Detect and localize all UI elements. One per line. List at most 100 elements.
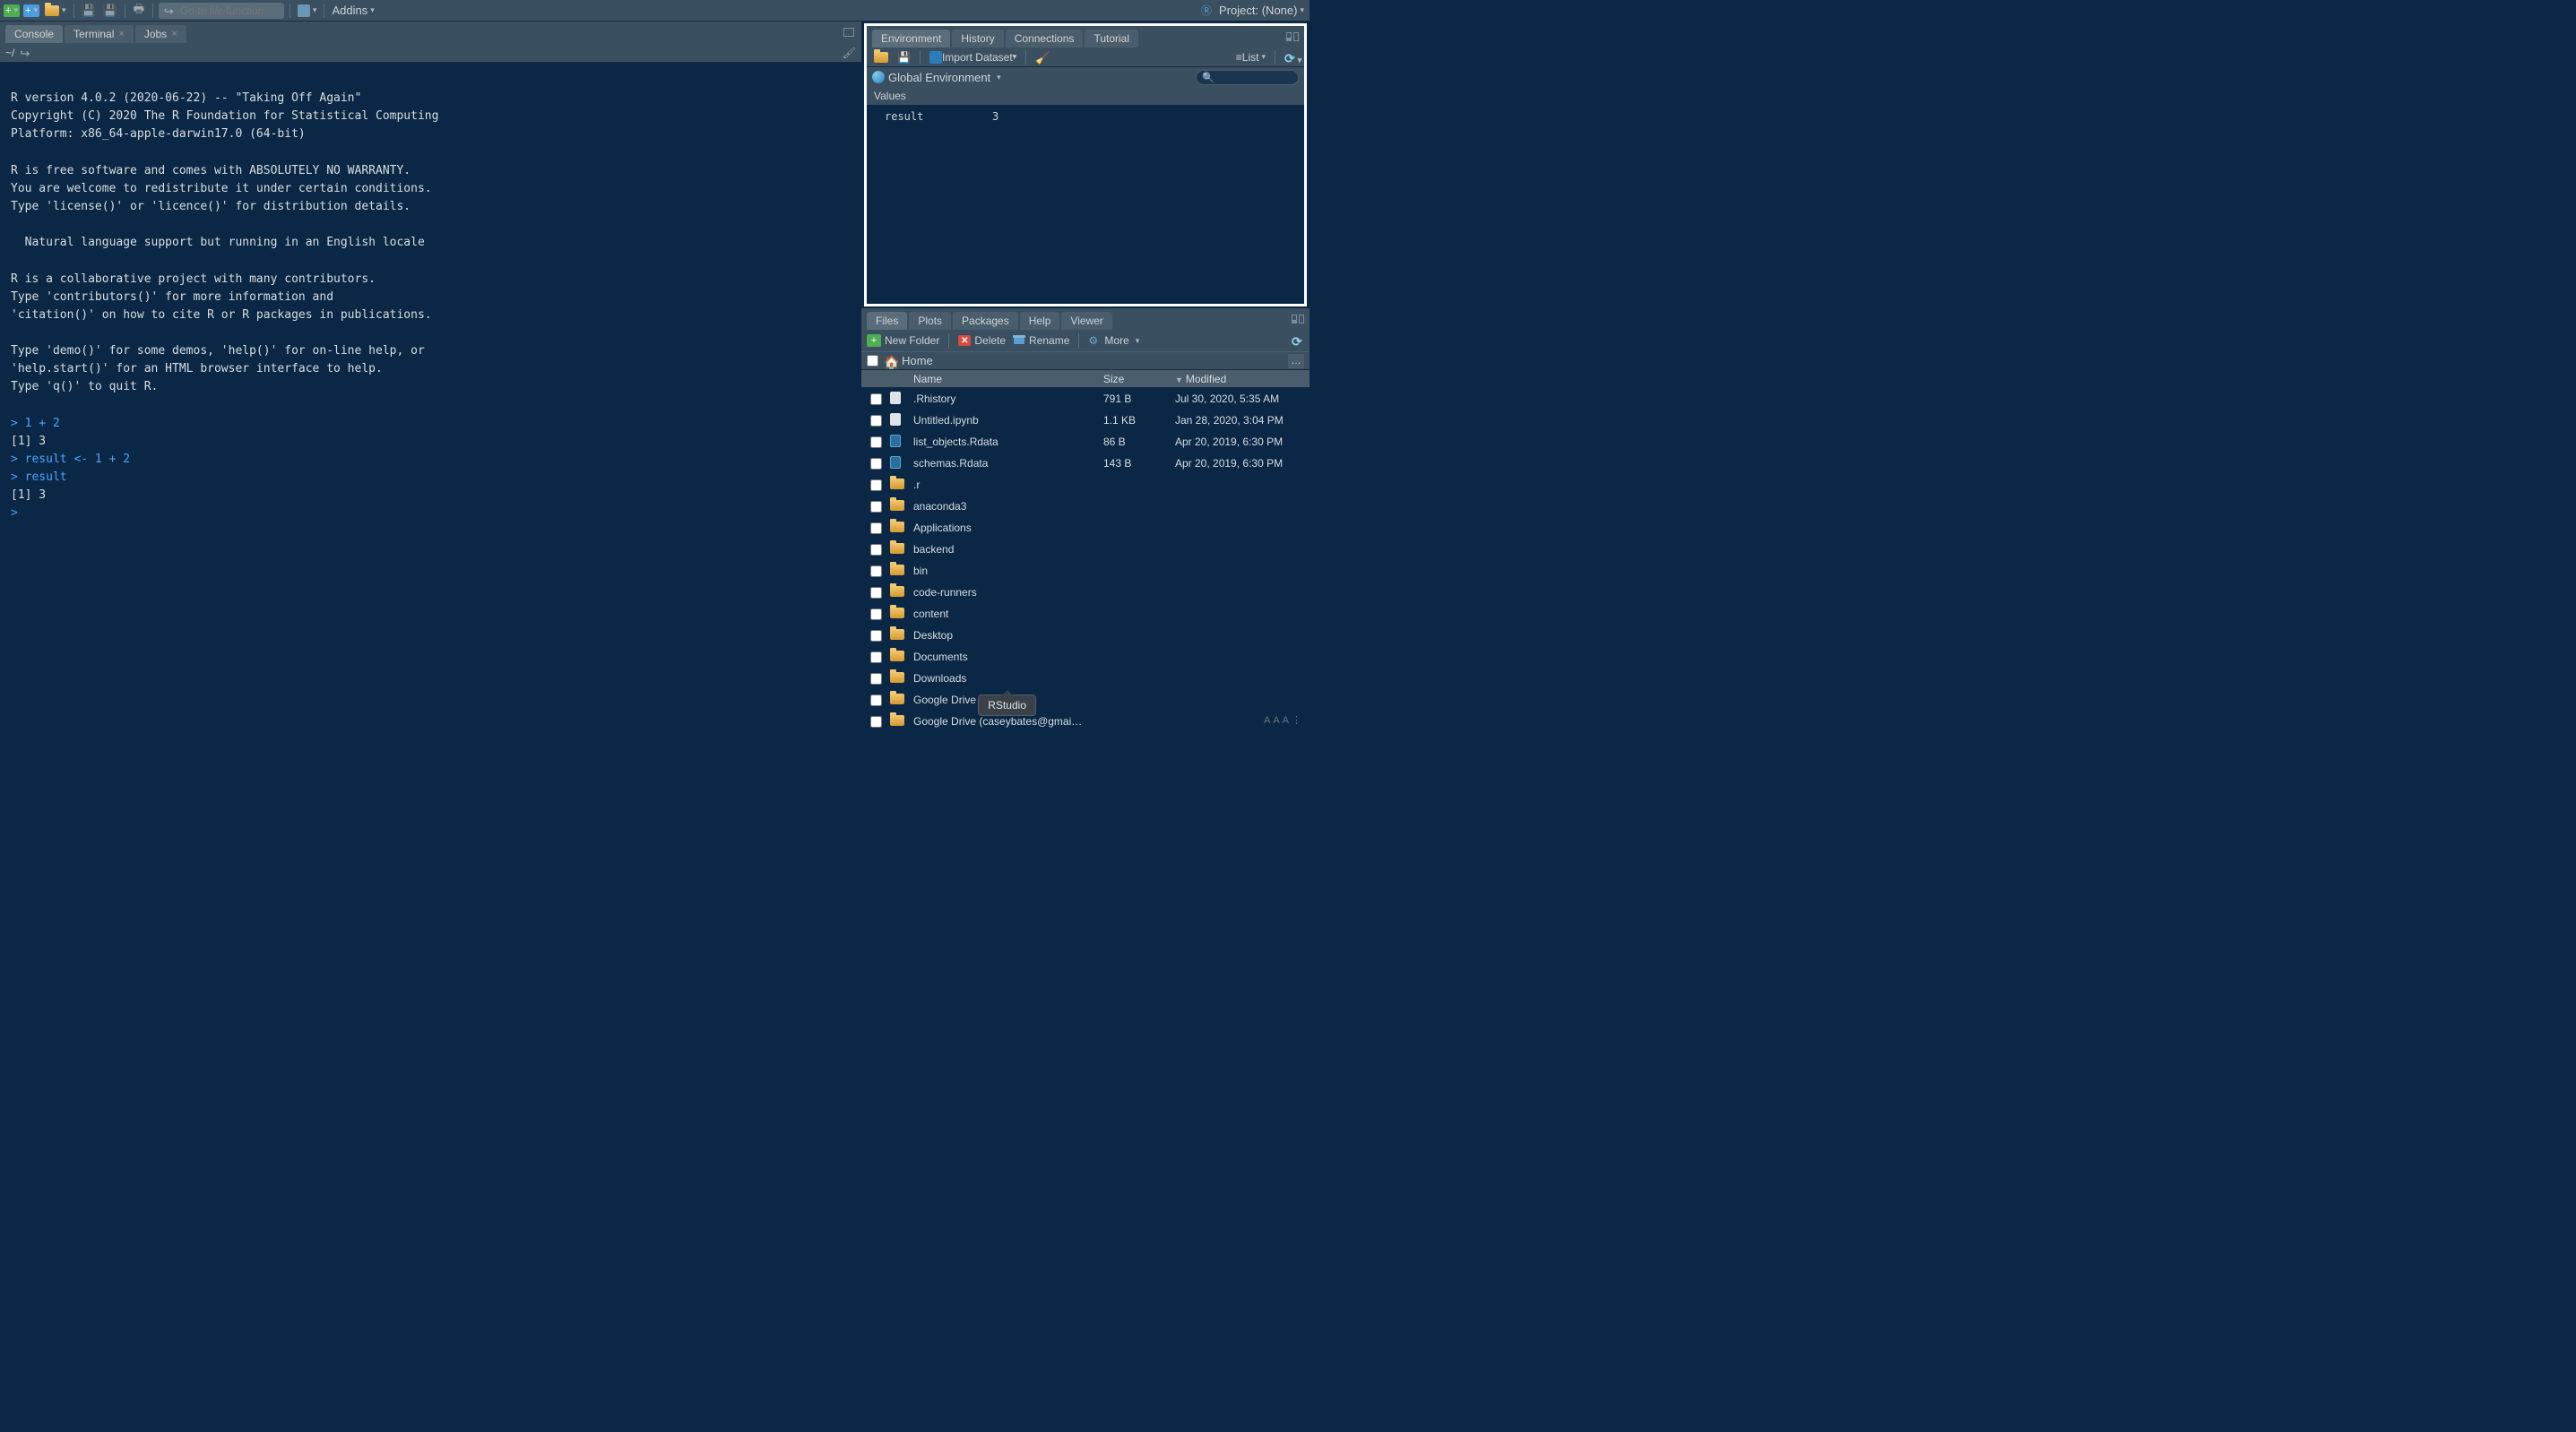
files-breadcrumb: 🏠 Home … [861,351,1310,370]
file-row[interactable]: Applications [861,517,1310,539]
close-icon[interactable]: × [118,29,124,39]
save-button[interactable]: 💾 [80,3,98,19]
clear-console-icon[interactable]: 🖌 [843,47,856,59]
tab-viewer[interactable]: Viewer [1061,312,1111,330]
file-row[interactable]: Desktop [861,625,1310,646]
file-row[interactable]: list_objects.Rdata86 BApr 20, 2019, 6:30… [861,431,1310,453]
env-search[interactable]: 🔍 [1196,70,1299,85]
open-file-button[interactable] [43,3,68,19]
file-name: .r [910,479,1103,491]
import-dataset-button[interactable]: Import Dataset ▾ [928,49,1018,65]
addins-menu[interactable]: Addins [330,3,376,19]
file-row[interactable]: Downloads [861,668,1310,689]
tab-tutorial[interactable]: Tutorial [1085,30,1138,47]
file-checkbox[interactable] [870,479,882,491]
file-name: Untitled.ipynb [910,414,1103,427]
tab-terminal[interactable]: Terminal× [65,25,134,43]
file-name: schemas.Rdata [910,457,1103,470]
save-workspace-button[interactable]: 💾 [895,49,912,65]
file-checkbox[interactable] [870,608,882,620]
env-view-mode[interactable]: ≡ List [1234,49,1267,65]
file-row[interactable]: Untitled.ipynb1.1 KBJan 28, 2020, 3:04 P… [861,410,1310,431]
file-row[interactable]: Google Drive (caseybates@gmai… [861,711,1310,728]
env-values-list: result3 [867,105,1304,304]
panes-button[interactable] [296,3,319,19]
new-folder-button[interactable]: +New Folder [867,334,939,347]
goto-input[interactable] [180,4,279,17]
tab-help[interactable]: Help [1020,312,1060,330]
env-scope-bar: Global Environment 🔍 [867,67,1304,87]
col-size[interactable]: Size [1103,373,1175,385]
share-icon[interactable]: ↪ [20,47,32,59]
file-checkbox[interactable] [870,630,882,642]
rename-button[interactable]: Rename [1013,334,1069,347]
file-modified: Apr 20, 2019, 6:30 PM [1175,457,1310,470]
tab-files[interactable]: Files [867,312,907,330]
tab-packages[interactable]: Packages [953,312,1018,330]
file-row[interactable]: code-runners [861,582,1310,603]
file-checkbox[interactable] [870,716,882,728]
file-row[interactable]: content [861,603,1310,625]
file-checkbox[interactable] [870,393,882,405]
project-menu[interactable]: Project: (None) [1217,3,1306,19]
file-checkbox[interactable] [870,436,882,448]
delete-button[interactable]: ✕Delete [958,334,1006,347]
file-modified: Apr 20, 2019, 6:30 PM [1175,436,1310,448]
file-checkbox[interactable] [870,651,882,663]
maximize-pane-icon[interactable] [1293,32,1299,41]
file-row[interactable]: Google Drive [861,689,1310,711]
home-icon[interactable]: 🏠 [884,355,896,367]
print-button[interactable]: 🖶 [131,3,147,19]
close-icon[interactable]: × [171,29,177,39]
env-scope-selector[interactable]: Global Environment [872,71,1001,84]
load-workspace-button[interactable] [872,49,890,65]
minimize-pane-icon[interactable] [1286,32,1292,41]
file-checkbox[interactable] [870,673,882,685]
save-all-button[interactable]: 💾 [101,3,119,19]
clear-env-button[interactable]: 🧹 [1033,51,1050,64]
more-button[interactable]: ⚙More [1088,334,1139,347]
new-file-button[interactable]: + [4,4,20,17]
goto-file-function[interactable]: ↪ [159,3,284,19]
file-checkbox[interactable] [870,501,882,513]
file-row[interactable]: .Rhistory791 BJul 30, 2020, 5:35 AM [861,388,1310,410]
file-row[interactable]: bin [861,560,1310,582]
refresh-files-button[interactable]: ⟳ [1292,334,1304,347]
file-name: backend [910,543,1103,556]
maximize-pane-icon[interactable] [1299,315,1304,323]
delete-icon: ✕ [958,335,971,346]
search-icon: 🔍 [1202,72,1215,83]
maximize-pane-icon[interactable] [843,28,854,37]
file-checkbox[interactable] [870,544,882,556]
tab-console[interactable]: Console [5,25,63,43]
tab-jobs[interactable]: Jobs× [135,25,186,43]
env-variable[interactable]: result3 [867,108,1304,125]
console-output[interactable]: R version 4.0.2 (2020-06-22) -- "Taking … [0,63,861,728]
file-row[interactable]: Documents [861,646,1310,668]
file-row[interactable]: .r [861,474,1310,496]
file-checkbox[interactable] [870,458,882,470]
minimize-pane-icon[interactable] [1292,315,1297,323]
file-checkbox[interactable] [870,415,882,427]
tab-plots[interactable]: Plots [909,312,951,330]
col-modified[interactable]: ▼Modified [1175,373,1310,385]
file-row[interactable]: schemas.Rdata143 BApr 20, 2019, 6:30 PM [861,453,1310,474]
file-checkbox[interactable] [870,522,882,534]
new-project-button[interactable]: + [23,4,39,17]
col-name[interactable]: Name [910,373,1103,385]
tab-history[interactable]: History [952,30,1003,47]
refresh-env-button[interactable]: ⟳ [1283,51,1299,64]
breadcrumb-more[interactable]: … [1288,354,1304,368]
file-checkbox[interactable] [870,587,882,599]
file-row[interactable]: anaconda3 [861,496,1310,517]
tab-environment[interactable]: Environment [872,30,950,47]
select-all-checkbox[interactable] [867,355,878,367]
breadcrumb-home[interactable]: Home [902,354,933,367]
app-tooltip: RStudio [978,694,1036,716]
file-checkbox[interactable] [870,694,882,706]
files-list[interactable]: .Rhistory791 BJul 30, 2020, 5:35 AMUntit… [861,388,1310,728]
file-icon [890,413,901,426]
file-checkbox[interactable] [870,565,882,577]
file-row[interactable]: backend [861,539,1310,560]
tab-connections[interactable]: Connections [1006,30,1084,47]
